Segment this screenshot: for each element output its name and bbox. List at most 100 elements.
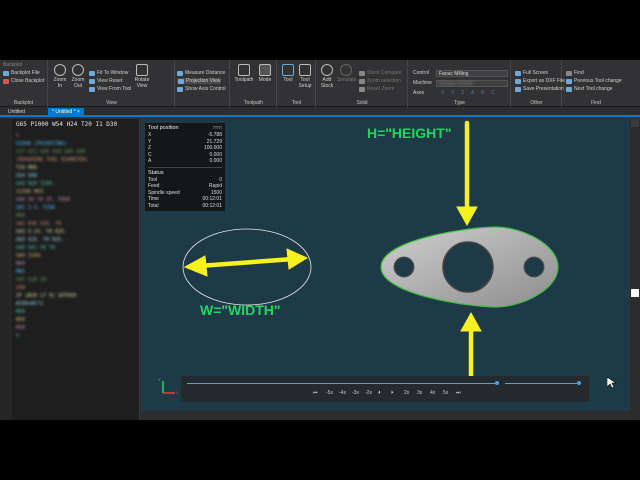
view-reset-button[interactable]: View Reset [89, 78, 122, 84]
view-from-tool-button[interactable]: View From Tool [89, 86, 131, 92]
gcode-editor[interactable]: G65 P1000 W54 H24 T20 I1 D30% O1000 (POCK… [0, 119, 140, 420]
zoom-out-button[interactable]: Zoom Out [70, 64, 86, 89]
tool-button[interactable]: Tool [280, 64, 296, 83]
playback-control-button[interactable]: -5x [326, 390, 333, 396]
full-screen-button[interactable]: Full Screen [515, 70, 548, 76]
control-select[interactable]: Fanuc Milling [436, 70, 508, 77]
speed-slider[interactable] [505, 383, 581, 384]
playback-control-button[interactable]: ⏵ [391, 390, 394, 396]
previous-tool-change-button[interactable]: Previous Tool change [566, 78, 622, 84]
code-line[interactable]: M08 [16, 213, 25, 219]
export-dxf-button[interactable]: Export as DXF File [515, 78, 565, 84]
code-line[interactable]: G03 X25. Y0 R25. [16, 237, 64, 243]
code-line[interactable]: % [16, 133, 19, 139]
add-stock-button[interactable]: Add Stock [319, 64, 335, 89]
code-line[interactable]: G00 X0 Y0 Z5. F800 [16, 197, 70, 203]
tab-untitled[interactable]: Untitled [4, 108, 29, 117]
type-group-label: Type [454, 100, 465, 106]
code-line[interactable]: M09 [16, 261, 25, 267]
close-icon[interactable]: × [77, 109, 80, 115]
code-line[interactable]: G17 G21 G40 G49 G80 G90 [16, 149, 85, 155]
tool-position-header: Tool position mm [148, 125, 222, 131]
simulate-button[interactable]: Simulate [337, 64, 356, 83]
horizontal-scrollbar[interactable] [141, 411, 630, 420]
zoom-out-icon [72, 64, 84, 76]
code-line[interactable]: #100=#1*2 [16, 301, 43, 307]
find-button[interactable]: Find [566, 70, 584, 76]
rotate-view-button[interactable]: Rotate View [133, 64, 151, 89]
backplot-file-button[interactable]: Backplot File [3, 70, 40, 76]
code-line[interactable]: G43 H20 Z100. [16, 181, 55, 187]
machine-select[interactable]: Doosan VC630 [436, 80, 508, 87]
reset-zoom-button[interactable]: Reset Zoom [359, 86, 394, 92]
playback-control-button[interactable]: -2x [365, 390, 372, 396]
code-line[interactable]: O1000 (POCKETING) [16, 141, 67, 147]
backplot-group-label: Backplot [13, 100, 34, 106]
vertical-scrollbar[interactable] [630, 119, 640, 420]
show-axis-control-button[interactable]: Show Axis Control [177, 86, 226, 92]
code-line[interactable]: % [16, 333, 19, 339]
axis-icon [177, 86, 183, 92]
stock-compare-button[interactable]: Stock Compare [359, 70, 401, 76]
ribbon-toolbar: Backplot Backplot File Close Backplot Ba… [0, 60, 640, 107]
playback-control-button[interactable]: -4x [339, 390, 346, 396]
code-line[interactable]: G90 [16, 285, 25, 291]
tool-setup-button[interactable]: Tool Setup [297, 64, 313, 89]
speed-handle[interactable] [577, 381, 581, 385]
scroll-up-button[interactable] [631, 119, 639, 127]
playback-control-button[interactable]: -3x [352, 390, 359, 396]
code-line[interactable]: (ROUGHING TOOL DIAMETER) [16, 157, 88, 163]
projection-view-dropdown[interactable]: Projection View [177, 78, 222, 84]
readout-label: Total [148, 202, 159, 209]
playback-control-button[interactable]: ⏭ [456, 390, 461, 396]
axis-x-toggle[interactable]: X [441, 90, 444, 96]
toolpath-button[interactable]: Toolpath [234, 64, 254, 83]
search-icon [566, 70, 572, 76]
code-line[interactable]: G40 G01 X0 Y0 [16, 245, 55, 251]
axis-y-toggle[interactable]: Y [451, 90, 454, 96]
code-line[interactable]: N99 [16, 317, 25, 323]
playback-control-button[interactable]: 3x [417, 390, 422, 396]
code-line[interactable]: G54 G90 [16, 173, 37, 179]
readout-label: A [148, 158, 152, 164]
axis-a-toggle[interactable]: A [471, 90, 474, 96]
code-line[interactable]: M99 [16, 309, 25, 315]
code-line[interactable]: G03 X-25. Y0 R25. [16, 229, 67, 235]
axis-c-toggle[interactable]: C [491, 90, 495, 96]
playback-control-button[interactable]: 5x [443, 390, 448, 396]
zoom-selection-button[interactable]: Zoom selection [359, 78, 401, 84]
code-line[interactable]: T20 M06 [16, 165, 37, 171]
measure-distance-button[interactable]: Measure Distance [177, 70, 225, 76]
close-backplot-button[interactable]: Close Backplot [3, 78, 44, 84]
code-line[interactable]: M30 [16, 325, 25, 331]
solid-group-label: Solid [356, 100, 368, 106]
tab-untitled-modified[interactable]: * Untitled * × [48, 108, 84, 117]
code-line[interactable]: M05 [16, 269, 25, 275]
reset-icon [89, 78, 95, 84]
playback-control-button[interactable]: ⏴ [378, 390, 381, 396]
scroll-thumb[interactable] [631, 289, 639, 297]
stock-icon [321, 64, 333, 76]
playback-control-button[interactable]: ⏮ [313, 390, 318, 396]
progress-handle[interactable] [495, 381, 499, 385]
progress-track[interactable] [187, 383, 497, 384]
code-line[interactable]: IF [#20 LT 0] GOTO99 [16, 293, 76, 299]
mode-button[interactable]: Mode [257, 64, 273, 83]
zoom-in-button[interactable]: Zoom In [52, 64, 68, 89]
playback-control-button[interactable]: 2x [404, 390, 409, 396]
axis-z-toggle[interactable]: Z [461, 90, 464, 96]
code-line[interactable]: G00 Z100. [16, 253, 43, 259]
compare-icon [359, 70, 365, 76]
arrow-up-icon [566, 78, 572, 84]
code-line[interactable]: G01 Z-5. F200 [16, 205, 55, 211]
fit-to-window-button[interactable]: Fit To Window [89, 70, 128, 76]
code-line[interactable]: G41 D30 X25. Y0 [16, 221, 61, 227]
code-line[interactable]: S1500 M03 [16, 189, 43, 195]
axis-b-toggle[interactable]: B [481, 90, 484, 96]
playback-control-button[interactable]: 4x [430, 390, 435, 396]
next-tool-change-button[interactable]: Next Tool change [566, 86, 613, 92]
code-line[interactable]: G65 P1000 W54 H24 T20 I1 D30 [16, 121, 117, 128]
3d-viewport[interactable]: H="HEIGHT" W="WIDTH" Y X Tool position mm… [141, 119, 630, 411]
code-line[interactable]: G91 G28 Z0. [16, 277, 49, 283]
save-presentation-button[interactable]: Save Presentation [515, 86, 564, 92]
